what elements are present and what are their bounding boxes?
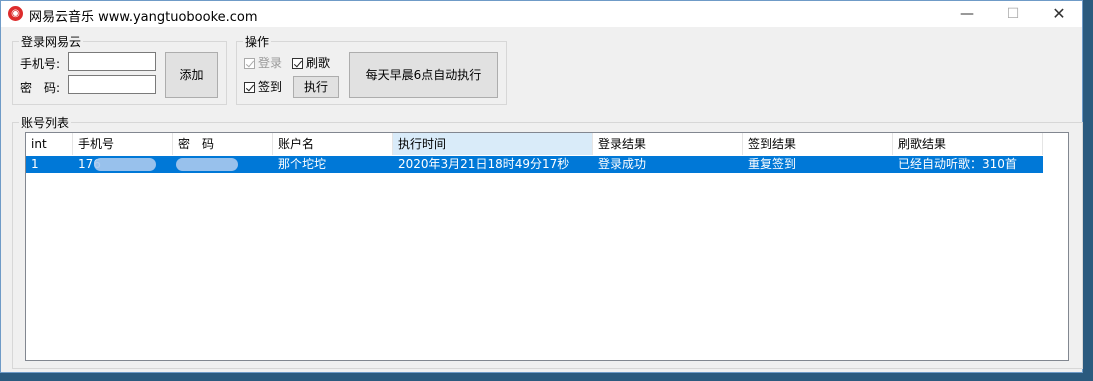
execute-button[interactable]: 执行 bbox=[293, 76, 339, 98]
column-header-signin-result[interactable]: 签到结果 bbox=[743, 133, 893, 155]
password-input[interactable] bbox=[68, 75, 156, 94]
login-checkbox[interactable]: 登录 bbox=[244, 56, 282, 70]
minimize-button[interactable]: — bbox=[944, 1, 990, 27]
netease-music-icon: ◉ bbox=[8, 6, 23, 21]
cell-login-result: 登录成功 bbox=[598, 157, 647, 171]
operations-group-title: 操作 bbox=[243, 33, 272, 50]
cell-account: 那个坨坨 bbox=[278, 157, 327, 171]
brush-checkbox-label: 刷歌 bbox=[306, 56, 331, 70]
checkbox-check-icon bbox=[292, 58, 303, 69]
brush-checkbox[interactable]: 刷歌 bbox=[292, 56, 330, 70]
accounts-group-title: 账号列表 bbox=[19, 114, 72, 131]
checkbox-check-icon bbox=[244, 58, 255, 69]
column-header-int[interactable]: int bbox=[26, 133, 73, 155]
column-header-login-result[interactable]: 登录结果 bbox=[593, 133, 743, 155]
app-window: ◉ 网易云音乐 www.yangtuobooke.com — ☐ ✕ 登录网易云… bbox=[0, 0, 1083, 373]
cell-exec-time: 2020年3月21日18时49分17秒 bbox=[398, 157, 570, 171]
signin-checkbox[interactable]: 签到 bbox=[244, 80, 282, 94]
daily-auto-button[interactable]: 每天早晨6点自动执行 bbox=[349, 52, 498, 98]
accounts-list[interactable]: int 手机号 密 码 账户名 执行时间 登录结果 签到结果 刷歌结果 1 17… bbox=[25, 132, 1069, 361]
column-header-password[interactable]: 密 码 bbox=[173, 133, 273, 155]
title-bar: ◉ 网易云音乐 www.yangtuobooke.com — ☐ ✕ bbox=[1, 1, 1082, 27]
login-group-title: 登录网易云 bbox=[19, 33, 84, 50]
phone-input[interactable] bbox=[68, 52, 156, 71]
cell-int: 1 bbox=[31, 157, 39, 171]
window-title: 网易云音乐 www.yangtuobooke.com bbox=[29, 10, 258, 25]
redacted-phone-blur bbox=[94, 158, 156, 171]
table-row[interactable]: 1 176 那个坨坨 2020年3月21日18时49分17秒 登录成功 重复签到… bbox=[26, 156, 1043, 173]
column-header-account[interactable]: 账户名 bbox=[273, 133, 393, 155]
maximize-button[interactable]: ☐ bbox=[990, 1, 1036, 27]
signin-checkbox-label: 签到 bbox=[258, 80, 283, 94]
phone-label: 手机号: bbox=[20, 57, 61, 71]
cell-signin-result: 重复签到 bbox=[748, 157, 797, 171]
checkbox-check-icon bbox=[244, 82, 255, 93]
add-button[interactable]: 添加 bbox=[165, 52, 218, 98]
column-header-exec-time[interactable]: 执行时间 bbox=[393, 133, 593, 155]
password-label: 密 码: bbox=[20, 81, 61, 95]
cell-brush-result: 已经自动听歌：310首 bbox=[898, 157, 1017, 171]
redacted-password-blur bbox=[176, 158, 238, 171]
column-header-brush-result[interactable]: 刷歌结果 bbox=[893, 133, 1043, 155]
login-checkbox-label: 登录 bbox=[258, 56, 283, 70]
column-header-phone[interactable]: 手机号 bbox=[73, 133, 173, 155]
list-header: int 手机号 密 码 账户名 执行时间 登录结果 签到结果 刷歌结果 bbox=[26, 133, 1043, 155]
close-button[interactable]: ✕ bbox=[1036, 1, 1082, 27]
